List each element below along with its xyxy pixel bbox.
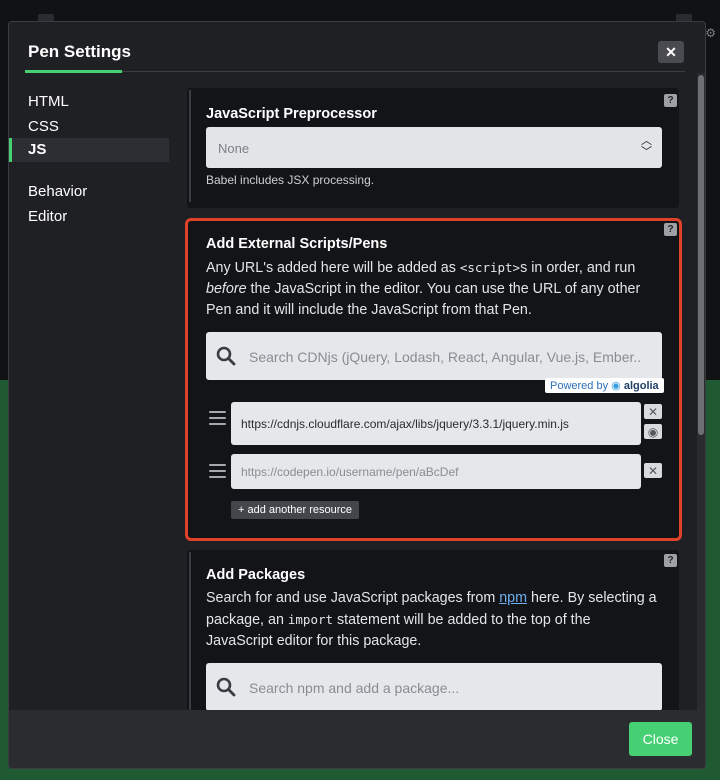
close-icon[interactable]: ✕ <box>658 41 684 63</box>
add-resource-button[interactable]: + add another resource <box>231 501 360 519</box>
modal-footer <box>9 710 705 768</box>
external-title: Add External Scripts/Pens <box>206 236 388 252</box>
remove-resource-icon[interactable]: ✕ <box>644 404 662 419</box>
help-icon[interactable]: ? <box>664 94 677 107</box>
help-icon[interactable]: ? <box>664 554 677 567</box>
nav-item-behavior[interactable]: Behavior <box>9 180 169 204</box>
help-icon[interactable]: ? <box>664 223 677 236</box>
npm-link[interactable]: npm <box>499 590 527 606</box>
preprocessor-note: Babel includes JSX processing. <box>206 173 375 187</box>
panel-accent <box>189 552 191 712</box>
modal-title: Pen Settings <box>28 42 131 61</box>
remove-resource-icon[interactable]: ✕ <box>644 463 662 478</box>
resource-input[interactable]: https://cdnjs.cloudflare.com/ajax/libs/j… <box>231 402 641 445</box>
nav-item-css[interactable]: CSS <box>9 115 169 139</box>
search-icon <box>216 677 236 700</box>
packages-description: Search for and use JavaScript packages f… <box>206 590 657 649</box>
search-placeholder: Search npm and add a package... <box>249 680 460 696</box>
cdnjs-search-input[interactable]: Search CDNjs (jQuery, Lodash, React, Ang… <box>206 332 662 380</box>
npm-search-input[interactable]: Search npm and add a package... <box>206 663 662 711</box>
select-value: None <box>218 141 250 156</box>
search-icon <box>216 346 236 369</box>
nav-item-html[interactable]: HTML <box>9 90 169 114</box>
chevron-updown-icon: ︿ ﹀ <box>641 135 652 158</box>
scrollbar-thumb[interactable] <box>698 75 704 435</box>
packages-title: Add Packages <box>206 567 306 583</box>
gear-icon: ⚙ <box>705 26 716 40</box>
title-underline <box>25 70 122 73</box>
pen-settings-modal: Pen Settings ✕ HTML CSS JS Behavior Edit… <box>8 21 706 769</box>
nav-item-js[interactable]: JS <box>9 138 169 162</box>
preprocessor-title: JavaScript Preprocessor <box>206 106 377 122</box>
close-button[interactable]: Close <box>629 722 692 756</box>
drag-handle-icon[interactable] <box>209 411 226 429</box>
resource-input[interactable]: https://codepen.io/username/pen/aBcDef <box>231 454 641 489</box>
search-placeholder: Search CDNjs (jQuery, Lodash, React, Ang… <box>249 349 642 365</box>
panel-accent <box>189 90 191 202</box>
drag-handle-icon[interactable] <box>209 464 226 482</box>
preprocessor-select[interactable]: None ︿ ﹀ <box>206 127 662 168</box>
external-description: Any URL's added here will be added as <s… <box>206 260 641 318</box>
header-divider <box>122 71 685 72</box>
eye-icon[interactable]: ◉ <box>644 424 662 439</box>
nav-item-editor[interactable]: Editor <box>9 205 169 229</box>
algolia-badge[interactable]: Powered by ◉ algolia <box>545 378 664 393</box>
